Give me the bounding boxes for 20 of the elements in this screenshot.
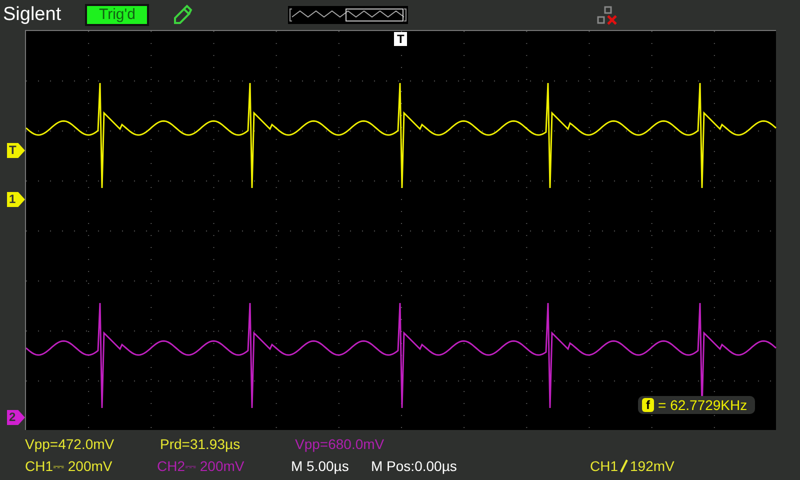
pen-icon (171, 4, 194, 26)
status-setting: CH1⎓ 200mV (25, 458, 114, 474)
channel-marker: 2 (7, 410, 25, 425)
measurement-value: Vpp=472.0mV (25, 436, 116, 452)
network-disconnected-icon (596, 5, 618, 25)
status-setting: M 5.00µs (291, 458, 350, 474)
trigger-level-value: 192mV (630, 458, 674, 474)
measurement-value: Prd=31.93µs (160, 436, 242, 452)
status-setting: M Pos:0.00µs (371, 458, 458, 474)
measurement-value: Vpp=680.0mV (295, 436, 384, 452)
frequency-value: = 62.7729KHz (658, 397, 748, 413)
trigger-source: CH1 (590, 458, 618, 474)
trigger-position-marker: T (394, 32, 408, 46)
frequency-badge: f (642, 398, 654, 412)
status-setting: CH2⎓ 200mV (157, 458, 246, 474)
channel-marker: 1 (7, 192, 25, 207)
rising-edge-icon (620, 459, 628, 473)
trigger-status: Trig'd (85, 4, 150, 26)
brand-name: Siglent (3, 4, 62, 26)
trigger-level-marker: T (7, 143, 25, 158)
